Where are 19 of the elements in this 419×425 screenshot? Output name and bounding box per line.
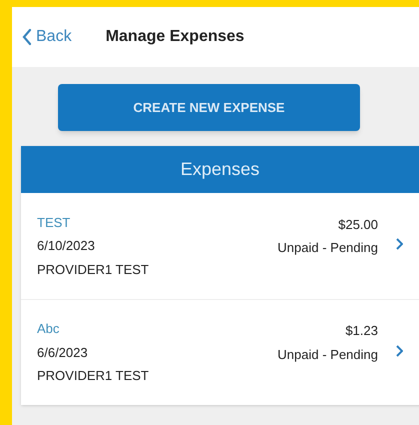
expense-date: 6/10/2023 [37, 237, 96, 256]
expense-provider: PROVIDER1 TEST [37, 260, 150, 279]
expense-row[interactable]: Abc 6/6/2023 PROVIDER1 TEST $1.23 Unpaid - Pending [21, 299, 419, 405]
chevron-right-icon [396, 344, 403, 356]
back-button[interactable]: Back [22, 25, 72, 49]
page-title: Manage Expenses [106, 27, 244, 47]
expense-amount: $25.00 [338, 216, 378, 234]
expense-status: Unpaid - Pending [278, 346, 378, 364]
expense-amount: $1.23 [345, 322, 378, 340]
create-expense-button[interactable]: CREATE NEW EXPENSE [58, 84, 360, 131]
expense-provider: PROVIDER1 TEST [37, 367, 150, 386]
expense-name: Abc [37, 320, 60, 338]
chevron-right-icon [396, 238, 403, 250]
expense-date: 6/6/2023 [37, 344, 89, 362]
expense-status: Unpaid - Pending [278, 239, 378, 257]
expenses-title: Expenses [180, 158, 260, 181]
expense-row[interactable]: TEST 6/10/2023 PROVIDER1 TEST $25.00 Unpaid - Pending [21, 193, 419, 299]
back-chevron-icon [22, 28, 32, 46]
expense-name: TEST [37, 214, 72, 232]
